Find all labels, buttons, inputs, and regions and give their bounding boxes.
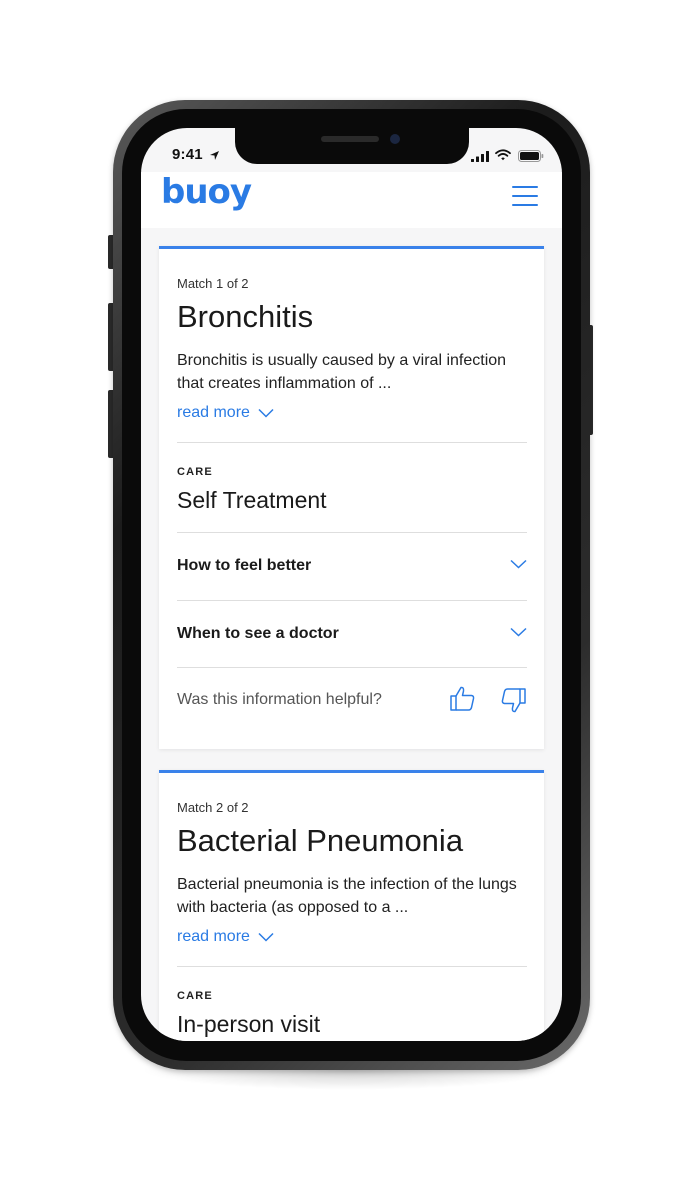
thumbs-down-icon[interactable]	[500, 687, 527, 719]
read-more-label: read more	[177, 928, 250, 945]
cell-signal-icon	[471, 149, 489, 167]
buoy-logo[interactable]: buoy	[161, 172, 252, 212]
hamburger-menu-icon[interactable]	[512, 186, 538, 208]
condition-description: Bacterial pneumonia is the infection of …	[177, 876, 517, 916]
wifi-icon	[495, 148, 511, 166]
chevron-down-icon	[258, 408, 274, 418]
read-more-label: read more	[177, 404, 250, 421]
accordion-when-to-see-a-doctor[interactable]: When to see a doctor	[177, 601, 527, 667]
divider	[177, 966, 527, 967]
care-label: CARE	[177, 990, 213, 1002]
chevron-down-icon	[258, 932, 274, 942]
divider	[177, 667, 527, 668]
accordion-label: How to feel better	[177, 557, 312, 574]
feedback-question: Was this information helpful?	[177, 691, 382, 708]
phone-screen: 9:41 buoy Match 1 of 2 Bronchitis Bronch…	[141, 128, 562, 1041]
front-camera	[390, 134, 400, 144]
accordion-how-to-feel-better[interactable]: How to feel better	[177, 533, 527, 599]
chevron-down-icon	[510, 559, 527, 569]
status-time: 9:41	[172, 146, 203, 163]
condition-description: Bronchitis is usually caused by a viral …	[177, 352, 507, 392]
thumbs-up-icon[interactable]	[449, 685, 476, 717]
match-label: Match 1 of 2	[177, 276, 249, 291]
read-more-link[interactable]: read more	[177, 928, 274, 946]
read-more-link[interactable]: read more	[177, 404, 274, 422]
chevron-down-icon	[510, 627, 527, 637]
care-label: CARE	[177, 466, 213, 478]
accordion-label: When to see a doctor	[177, 625, 339, 642]
care-value: In-person visit	[177, 1011, 321, 1037]
battery-icon	[518, 149, 544, 167]
app-header: buoy	[141, 172, 562, 228]
notch	[235, 128, 469, 164]
condition-title: Bacterial Pneumonia	[177, 823, 464, 858]
condition-card: Match 2 of 2 Bacterial Pneumonia Bacteri…	[159, 770, 544, 1041]
divider	[177, 442, 527, 443]
condition-title: Bronchitis	[177, 299, 314, 334]
care-value: Self Treatment	[177, 487, 327, 513]
speaker-grille	[321, 136, 379, 142]
condition-card: Match 1 of 2 Bronchitis Bronchitis is us…	[159, 246, 544, 749]
mockup-stage: 9:41 buoy Match 1 of 2 Bronchitis Bronch…	[0, 0, 700, 1195]
match-label: Match 2 of 2	[177, 800, 249, 815]
location-arrow-icon	[209, 148, 220, 166]
